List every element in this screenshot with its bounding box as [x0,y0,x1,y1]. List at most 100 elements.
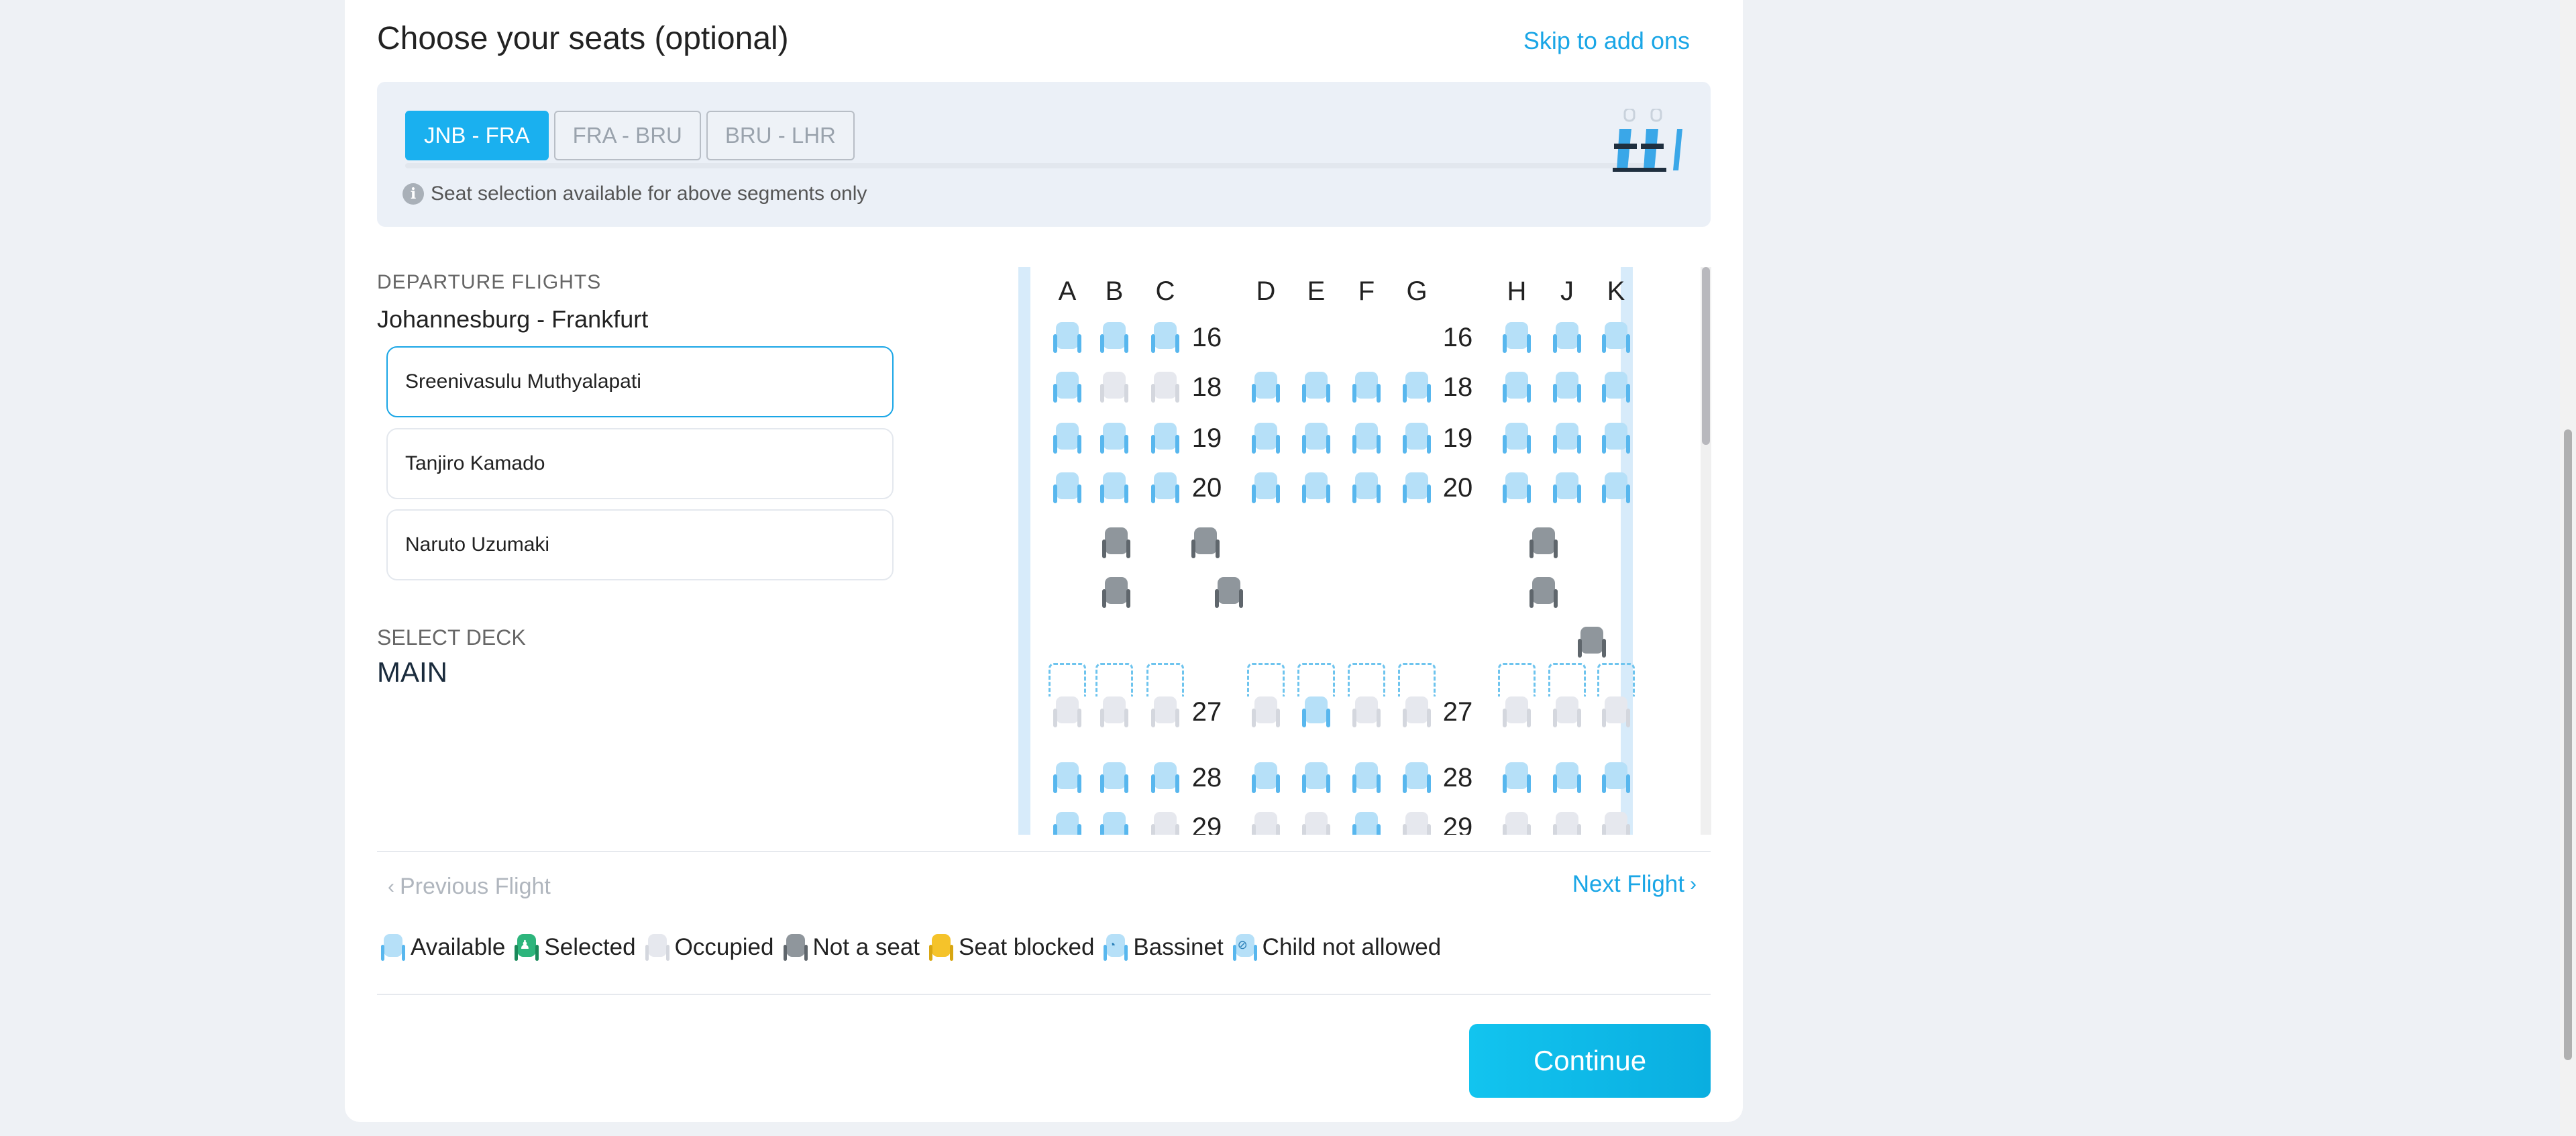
seatmap-scrollbar[interactable] [1701,267,1711,835]
seat-20F[interactable] [1352,472,1381,503]
seat-18G[interactable] [1403,372,1431,403]
seat-20A[interactable] [1053,472,1081,503]
row-number: 28 [1191,763,1222,792]
seat-armrest [1527,484,1531,503]
seat-16J[interactable] [1553,322,1581,353]
seat-29A[interactable] [1053,812,1081,835]
seat-armrest [1352,435,1356,454]
seat-19A[interactable] [1053,423,1081,454]
seat-armrest [1124,384,1128,403]
tab-segment-jnb-fra[interactable]: JNB - FRA [405,111,549,160]
seat-back [1218,577,1240,604]
seat-armrest [1053,824,1057,835]
tab-segment-bru-lhr[interactable]: BRU - LHR [706,111,855,160]
seat-28E[interactable] [1302,762,1330,793]
seat-16C[interactable] [1151,322,1179,353]
seat-back [1103,696,1126,723]
seat-28F[interactable] [1352,762,1381,793]
seat-28H[interactable] [1503,762,1531,793]
seat-19B[interactable] [1100,423,1128,454]
seat-armrest [1577,774,1581,793]
seat-18A[interactable] [1053,372,1081,403]
seat-28A[interactable] [1053,762,1081,793]
legend-item: ◔ Bassinet [1104,934,1224,961]
seat-18K[interactable] [1602,372,1630,403]
seat-armrest [1602,484,1606,503]
seat-18F[interactable] [1352,372,1381,403]
seat-19J[interactable] [1553,423,1581,454]
seat-18J[interactable] [1553,372,1581,403]
seat-18D[interactable] [1252,372,1280,403]
chevron-left-icon: ‹ [388,875,394,898]
seat-29B[interactable] [1100,812,1128,835]
seatmap-scroll-thumb[interactable] [1702,267,1710,445]
seat-back [1103,472,1126,499]
seat-armrest [1252,824,1256,835]
seat-28D[interactable] [1252,762,1280,793]
seat-28K[interactable] [1602,762,1630,793]
seat-armrest [1276,824,1280,835]
legend-item: Not a seat [783,934,920,961]
seat-20C[interactable] [1151,472,1179,503]
divider-bottom [377,994,1711,995]
tab-segment-fra-bru[interactable]: FRA - BRU [553,111,701,160]
seat-armrest [1553,435,1557,454]
seat-19D[interactable] [1252,423,1280,454]
seat-armrest [1553,824,1557,835]
next-flight-button[interactable]: Next Flight › [1572,871,1702,898]
seat-20B[interactable] [1100,472,1128,503]
seat-29F[interactable] [1352,812,1381,835]
seat-back [1505,696,1528,723]
deck-value[interactable]: MAIN [377,656,447,688]
seat-armrest [1175,435,1179,454]
seat-back [1305,696,1328,723]
seat-19G[interactable] [1403,423,1431,454]
page-scroll-thumb[interactable] [2564,429,2572,1060]
seat-19K[interactable] [1602,423,1630,454]
seat-armrest [1302,824,1306,835]
seat-28B[interactable] [1100,762,1128,793]
row-number: 16 [1191,323,1222,352]
bassinet-marker [1146,663,1184,696]
seat-27E[interactable] [1302,696,1330,727]
seat-16K[interactable] [1602,322,1630,353]
seat-armrest [1403,435,1407,454]
skip-to-addons-link[interactable]: Skip to add ons [1523,27,1690,55]
seat-29E [1302,812,1330,835]
seat-19F[interactable] [1352,423,1381,454]
seat-20J[interactable] [1553,472,1581,503]
previous-flight-button[interactable]: ‹ Previous Flight [382,874,551,900]
seat-armrest [1151,435,1155,454]
seat-28G[interactable] [1403,762,1431,793]
seat-20H[interactable] [1503,472,1531,503]
seat-19E[interactable] [1302,423,1330,454]
seat-20E[interactable] [1302,472,1330,503]
seat-18E[interactable] [1302,372,1330,403]
seat-armrest [1100,435,1104,454]
passenger-card-3[interactable]: Naruto Uzumaki [386,509,894,580]
seat-20D[interactable] [1252,472,1280,503]
bassinet-marker [1297,663,1335,696]
seat-16B[interactable] [1100,322,1128,353]
seat-29D [1252,812,1280,835]
seat-20G[interactable] [1403,472,1431,503]
seat-28C[interactable] [1151,762,1179,793]
seat-16H[interactable] [1503,322,1531,353]
seat-back [1355,812,1378,835]
seat-18H[interactable] [1503,372,1531,403]
passenger-card-1[interactable]: Sreenivasulu Muthyalapati [386,346,894,417]
page-scrollbar[interactable] [2560,0,2576,1136]
seat-armrest [1352,484,1356,503]
seat-armrest [1527,709,1531,727]
seat-armrest [1553,384,1557,403]
seat-armrest [1124,774,1128,793]
seat-16A[interactable] [1053,322,1081,353]
seat-28J[interactable] [1553,762,1581,793]
seat-armrest [1252,484,1256,503]
seat-19C[interactable] [1151,423,1179,454]
seat-20K[interactable] [1602,472,1630,503]
passenger-card-2[interactable]: Tanjiro Kamado [386,428,894,499]
seat-19H[interactable] [1503,423,1531,454]
seat-armrest [1276,484,1280,503]
continue-button[interactable]: Continue [1469,1024,1711,1098]
